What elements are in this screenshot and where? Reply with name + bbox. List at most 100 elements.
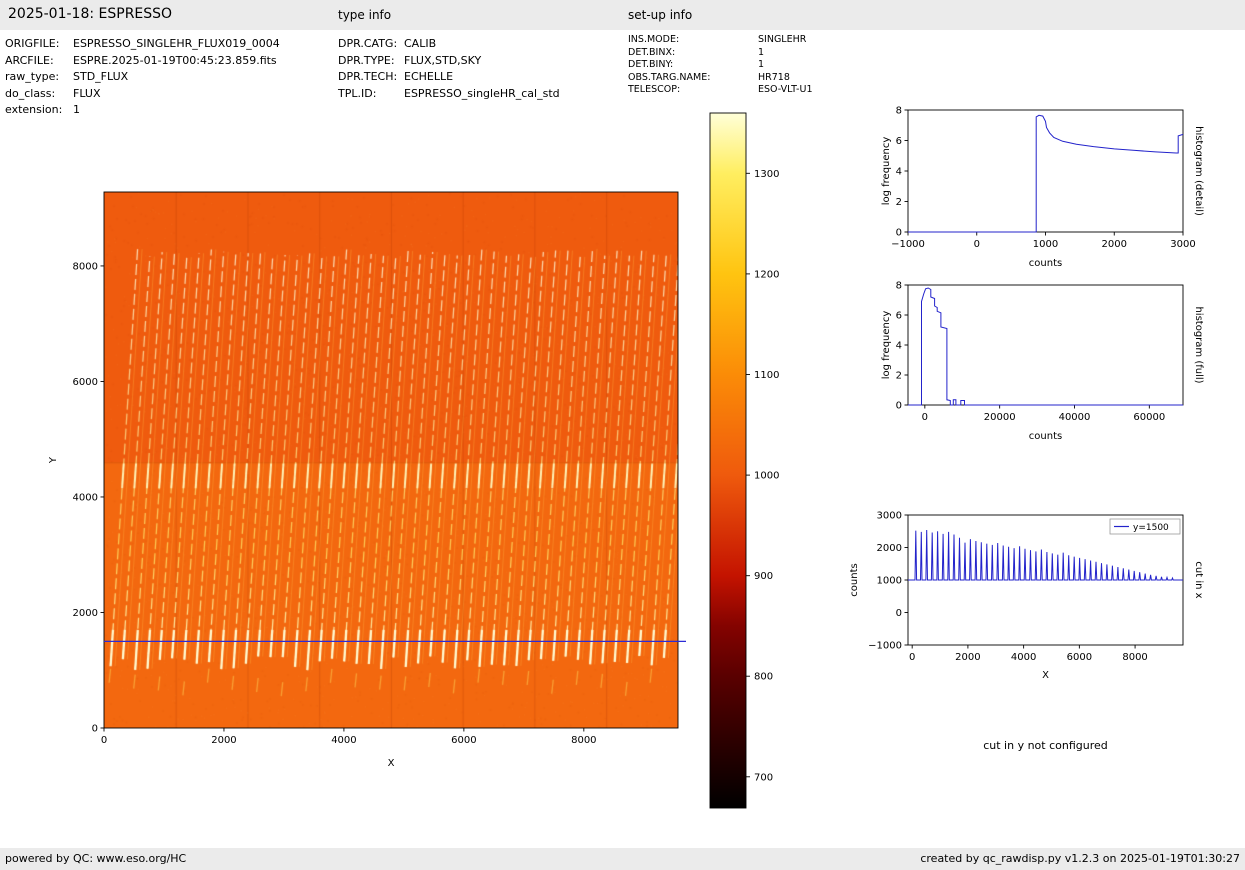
info-value: SINGLEHR [758,34,807,45]
svg-text:log frequency: log frequency [881,311,892,380]
info-value: CALIB [404,37,437,50]
info-value: FLUX [73,86,101,100]
info-value: 1 [758,59,765,71]
svg-text:1000: 1000 [877,576,902,587]
svg-text:cut in x: cut in x [1193,561,1204,598]
svg-text:counts: counts [849,563,860,596]
svg-text:counts: counts [1029,258,1062,269]
svg-text:0: 0 [101,735,107,746]
svg-text:6: 6 [896,136,902,147]
info-label: do_class: [5,86,56,100]
svg-text:700: 700 [754,772,773,783]
setup-info-row: INS.MODE: SINGLEHR [628,34,813,47]
file-info-row: extension: 1 [5,102,280,119]
info-value: HR718 [758,71,790,83]
svg-text:8000: 8000 [571,735,596,746]
histogram-detail-plot: −1000 0 1000 2000 300002468countslog frequen… [881,106,1204,270]
svg-text:y=1500: y=1500 [1133,523,1169,533]
info-label: DET.BINX: [628,46,676,58]
svg-text:1000: 1000 [1033,239,1058,250]
svg-text:6000: 6000 [451,735,476,746]
info-label: DET.BINY: [628,59,674,71]
info-value: ESO-VLT-U1 [758,84,813,96]
svg-text:2000: 2000 [73,608,98,619]
info-label: ORIGFILE: [5,37,60,50]
svg-text:3000: 3000 [1170,239,1195,250]
file-info-row: ARCFILE: ESPRE.2025-01-19T00:45:23.859.fi… [5,53,280,70]
info-value: ESPRESSO_singleHR_cal_std [404,86,560,100]
svg-text:2: 2 [896,197,902,208]
svg-text:log frequency: log frequency [881,137,892,206]
svg-text:histogram (detail): histogram (detail) [1193,126,1204,216]
svg-text:2000: 2000 [211,735,236,746]
svg-text:histogram (full): histogram (full) [1193,306,1204,383]
svg-text:40000: 40000 [1059,412,1091,423]
footer-left-text: powered by QC: www.eso.org/HC [5,852,187,865]
svg-text:Y: Y [48,456,59,464]
svg-text:4000: 4000 [73,492,98,503]
setup-info-row: TELESCOP: ESO-VLT-U1 [628,84,813,97]
svg-text:8000: 8000 [1122,652,1147,663]
type-info-row: DPR.TYPE: FLUX,STD,SKY [338,53,560,70]
svg-text:60000: 60000 [1133,412,1165,423]
type-info-row: TPL.ID: ESPRESSO_singleHR_cal_std [338,86,560,103]
svg-text:3000: 3000 [877,511,902,522]
histogram-full-plot: 0 20000 40000 60000 0 2 4 6 8 counts log frequency… [881,281,1204,443]
svg-text:0: 0 [974,239,980,250]
svg-text:0: 0 [92,724,98,735]
colorbar: 700 800 900 1000 1100 1200 1300 [709,112,779,809]
footer-right-text: created by qc_rawdisp.py v1.2.3 on 2025-… [920,852,1240,865]
info-label: DPR.TECH: [338,70,398,83]
type-info-row: DPR.CATG: CALIB [338,36,560,53]
svg-text:6: 6 [896,311,902,322]
info-value: 1 [73,103,80,116]
svg-text:20000: 20000 [984,412,1016,423]
cut-in-y-note: cut in y not configured [983,739,1108,752]
svg-text:4000: 4000 [1011,652,1036,663]
type-info-row: DPR.TECH: ECHELLE [338,69,560,86]
svg-text:2000: 2000 [1102,239,1127,250]
svg-text:1300: 1300 [754,169,779,180]
setup-info-panel: INS.MODE: SINGLEHR DET.BINX: 1 DET.BINY: 1 … [628,34,813,97]
svg-text:8: 8 [896,281,902,292]
qc-rawdisp-page: 2025-01-18: ESPRESSO type info set-up in… [0,0,1245,870]
svg-text:4000: 4000 [331,735,356,746]
info-label: raw_type: [5,70,60,83]
setup-info-heading: set-up info [628,8,693,22]
info-value: ECHELLE [404,70,454,83]
svg-text:8: 8 [896,106,902,117]
svg-text:−1000: −1000 [891,239,925,250]
setup-info-row: DET.BINY: 1 [628,59,813,72]
header-bar: 2025-01-18: ESPRESSO type info set-up in… [0,0,1245,30]
cut-in-x-plot: 0 2000 4000 6000 8000 −1000 0 1000 2000 3000 Xcoun… [849,511,1204,682]
info-value: STD_FLUX [73,70,129,83]
svg-text:0: 0 [896,608,902,619]
page-title: 2025-01-18: ESPRESSO [8,6,173,22]
info-label: extension: [5,103,63,116]
info-label: OBS.TARG.NAME: [628,71,711,83]
svg-text:6000: 6000 [73,377,98,388]
setup-info-row: OBS.TARG.NAME: HR718 [628,72,813,85]
setup-info-row: DET.BINX: 1 [628,47,813,60]
info-label: ARCFILE: [5,53,54,67]
info-label: TPL.ID: [338,86,377,100]
info-value: ESPRE.2025-01-19T00:45:23.859.fits [73,53,277,67]
svg-text:0: 0 [896,228,902,239]
svg-text:2: 2 [896,371,902,382]
info-value: ESPRESSO_SINGLEHR_FLUX019_0004 [73,37,280,50]
svg-text:0: 0 [909,652,915,663]
file-info-row: do_class: FLUX [5,86,280,103]
svg-text:4: 4 [896,167,902,178]
info-value: FLUX,STD,SKY [404,53,482,67]
svg-text:8000: 8000 [73,261,98,272]
svg-text:X: X [1042,670,1049,681]
raw-image-plot: 0 2000 4000 6000 8000 0 2000 4000 6000 8000 X Y [48,191,686,769]
svg-text:900: 900 [754,571,773,582]
footer-bar: powered by QC: www.eso.org/HC created by… [0,848,1245,870]
info-label: DPR.CATG: [338,37,398,50]
type-info-panel: DPR.CATG: CALIB DPR.TYPE: FLUX,STD,SKY DPR… [338,36,560,102]
svg-text:0: 0 [922,412,928,423]
svg-text:2000: 2000 [877,543,902,554]
svg-text:0: 0 [896,401,902,412]
svg-text:1100: 1100 [754,370,779,381]
